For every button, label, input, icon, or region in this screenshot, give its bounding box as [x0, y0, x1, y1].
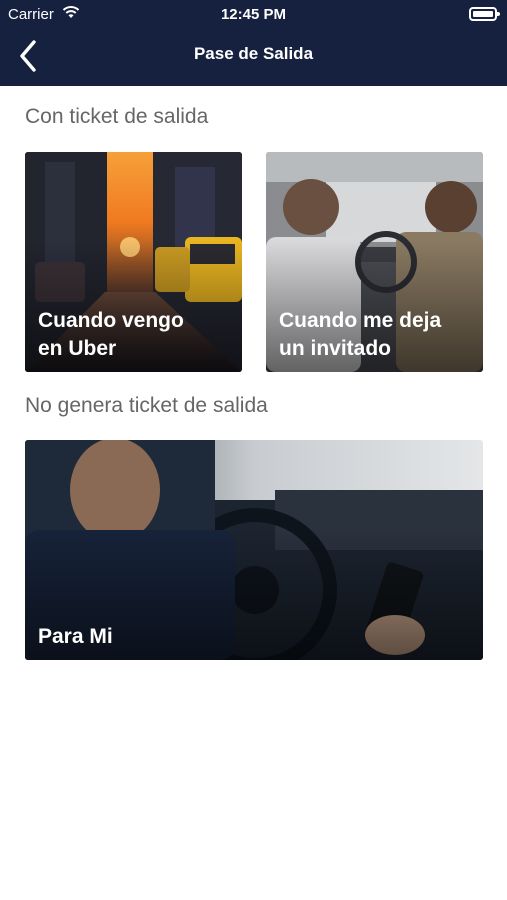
status-bar: Carrier 12:45 PM — [0, 0, 507, 28]
card-uber[interactable]: Cuando vengo en Uber — [25, 152, 242, 372]
section-title-without-ticket: No genera ticket de salida — [25, 394, 268, 417]
card-for-me[interactable]: Para Mi — [25, 440, 483, 660]
battery-icon — [469, 7, 500, 21]
card-label: Cuando me deja un invitado — [279, 309, 442, 360]
clock: 12:45 PM — [220, 6, 287, 23]
navigation-bar: Pase de Salida — [0, 28, 507, 86]
page-title: Pase de Salida — [193, 44, 314, 63]
header: Carrier 12:45 PM Pase de Salida — [0, 0, 507, 86]
section-title-with-ticket: Con ticket de salida — [25, 105, 209, 128]
card-label: Cuando vengo en Uber — [38, 309, 184, 360]
card-guest[interactable]: Cuando me deja un invitado — [266, 152, 483, 372]
card-label: Para Mi — [38, 625, 113, 648]
